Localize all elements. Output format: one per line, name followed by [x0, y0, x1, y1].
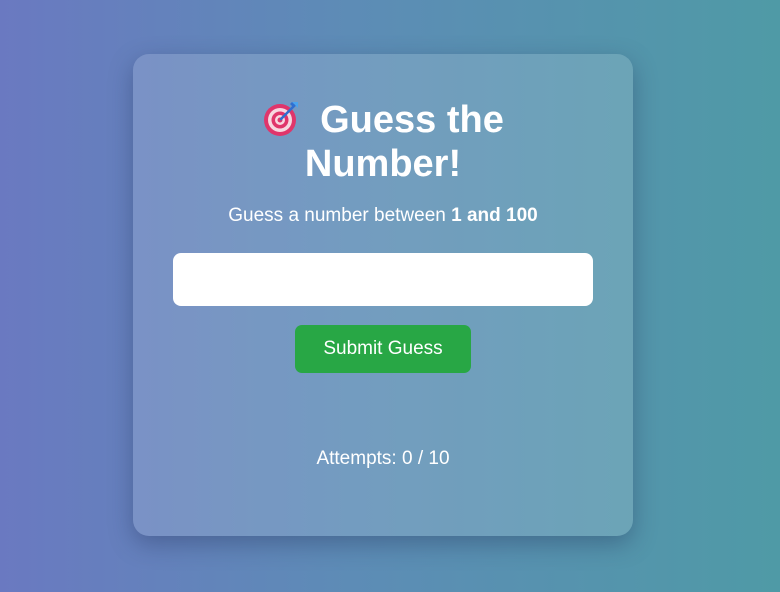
guess-input[interactable]: [173, 253, 593, 306]
title-text-line-2: Number!: [304, 143, 462, 185]
number-range: 1 and 100: [451, 205, 538, 226]
instructions-text: Guess a number between 1 and 100: [133, 204, 633, 228]
target-dart-icon: [262, 98, 302, 138]
instructions-prefix: Guess a number between: [228, 205, 452, 226]
submit-guess-button[interactable]: Submit Guess: [295, 325, 471, 373]
attempts-counter: Attempts: 0 / 10: [316, 448, 450, 469]
page-title: Guess the Number!: [133, 98, 633, 186]
game-card: Guess the Number! Guess a number between…: [133, 54, 633, 536]
title-line-1: Guess the: [133, 98, 633, 142]
title-text-line-1: Guess the: [320, 99, 504, 141]
